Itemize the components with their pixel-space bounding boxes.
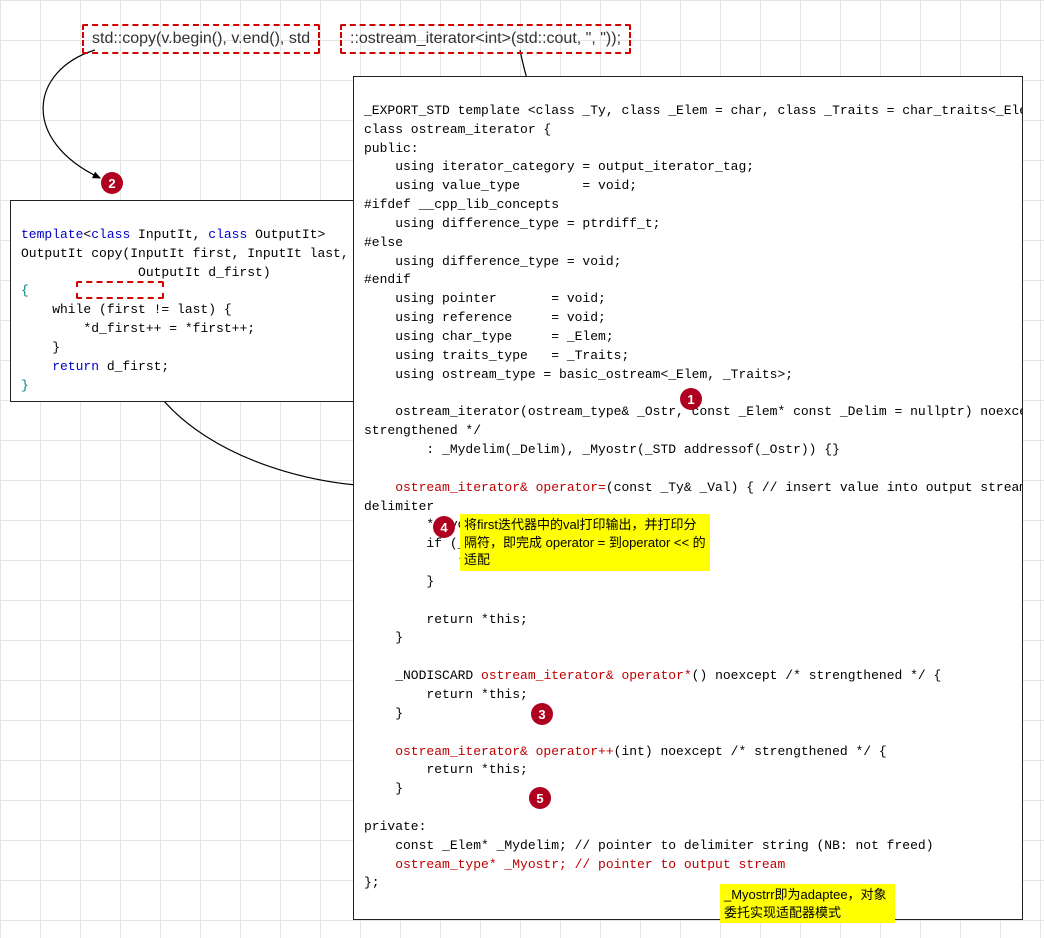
d-first-highlight-box xyxy=(76,281,164,299)
operator-increment-decl: ostream_iterator& operator++ xyxy=(364,744,614,759)
top-call-left-text: std::copy(v.begin(), v.end(), std xyxy=(92,30,310,47)
operator-assign-decl: ostream_iterator& operator= xyxy=(364,480,606,495)
badge-5: 5 xyxy=(529,787,551,809)
operator-star-decl: ostream_iterator& operator* xyxy=(481,668,692,683)
badge-1: 1 xyxy=(680,388,702,410)
top-call-right-box: ::ostream_iterator<int>(std::cout, ", ")… xyxy=(340,24,631,54)
top-call-right-text: ::ostream_iterator<int>(std::cout, ", ")… xyxy=(350,30,621,47)
badge-2: 2 xyxy=(101,172,123,194)
myostr-member-decl: ostream_type* _Myostr; // pointer to out… xyxy=(364,857,785,872)
top-call-left-box: std::copy(v.begin(), v.end(), std xyxy=(82,24,320,54)
d-first-increment-text: *d_first++ xyxy=(83,321,161,336)
note-myostr-adaptee: _Myostrr即为adaptee，对象委托实现适配器模式 xyxy=(720,884,895,923)
badge-4: 4 xyxy=(433,516,455,538)
ostream-iterator-code-box: _EXPORT_STD template <class _Ty, class _… xyxy=(353,76,1023,920)
copy-template-code-box: template<class InputIt, class OutputIt> … xyxy=(10,200,360,402)
badge-3: 3 xyxy=(531,703,553,725)
note-operator-adapt: 将first迭代器中的val打印输出，并打印分隔符，即完成 operator =… xyxy=(460,514,710,571)
